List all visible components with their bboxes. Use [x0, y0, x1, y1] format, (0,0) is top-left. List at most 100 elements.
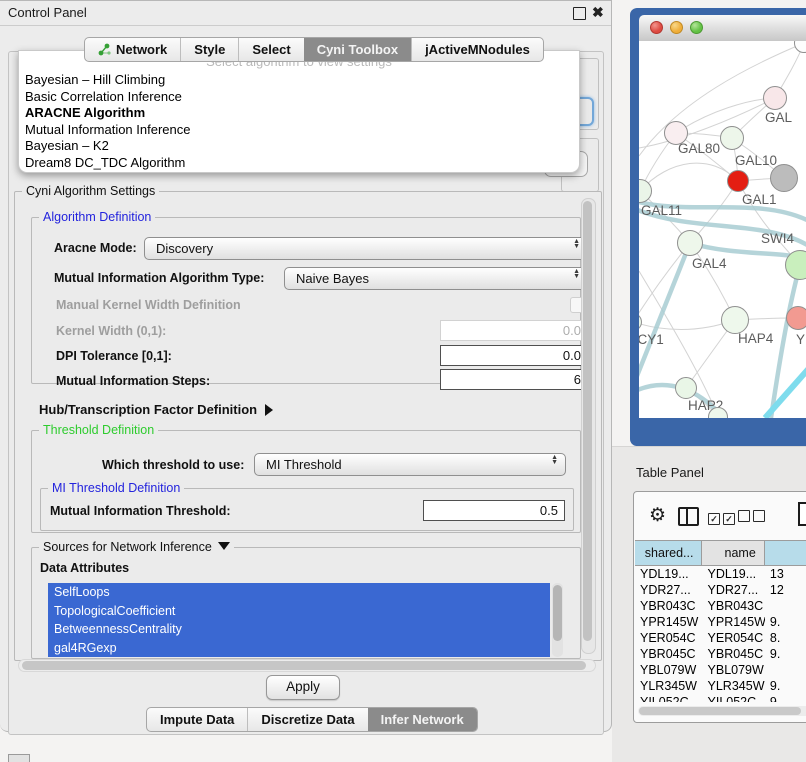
cyni-algorithm-settings-group: Cyni Algorithm Settings Algorithm Defini…	[14, 191, 602, 661]
sources-title-text: Sources for Network Inference	[43, 540, 212, 554]
spinner-icon: ▲▼	[573, 270, 580, 279]
column-browser-icon[interactable]	[678, 507, 699, 526]
table-row[interactable]: YPR145WYPR145W9.	[635, 614, 806, 630]
tab-style[interactable]: Style	[180, 38, 238, 61]
tab-infer-network[interactable]: Infer Network	[368, 708, 477, 731]
table-cell: 13	[765, 566, 806, 582]
mi-algorithm-type-select[interactable]: Naive Bayes ▲▼	[284, 267, 588, 290]
table-cell: YDL19...	[703, 566, 765, 582]
mi-threshold-field[interactable]: 0.5	[423, 500, 565, 521]
attribute-item-betweennesscentrality[interactable]: BetweennessCentrality	[48, 620, 550, 639]
algorithm-option-dream8-dc-tdc-algorithm[interactable]: Dream8 DC_TDC Algorithm	[23, 155, 575, 172]
table-row[interactable]: YBR043CYBR043C	[635, 598, 806, 614]
table-row[interactable]: YBR045CYBR045C9.	[635, 646, 806, 662]
zoom-traffic-light-icon[interactable]	[690, 21, 703, 34]
column-header-2[interactable]	[765, 541, 806, 565]
algorithm-option-aracne-algorithm[interactable]: ARACNE Algorithm	[23, 105, 575, 122]
attribute-item-topologicalcoefficient[interactable]: TopologicalCoefficient	[48, 602, 550, 621]
network-node-gal[interactable]	[763, 86, 787, 110]
sources-title[interactable]: Sources for Network Inference	[39, 540, 234, 554]
close-icon[interactable]: ✖	[592, 4, 604, 21]
table-cell: YIL052C	[635, 694, 703, 702]
table-body: YDL19...YDL19...13YDR27...YDR27...12YBR0…	[635, 566, 806, 702]
tab-network[interactable]: Network	[85, 38, 180, 61]
network-node-gal10[interactable]	[720, 126, 744, 150]
table-panel-box: ⚙ ✓✓ shared...name YDL19...YDL19...13YDR…	[633, 491, 806, 723]
network-node-gal4[interactable]	[677, 230, 703, 256]
table-row[interactable]: YLR345WYLR345W9.	[635, 678, 806, 694]
select-all-columns-icon[interactable]: ✓✓	[708, 509, 738, 527]
network-node-label: HAP4	[738, 331, 773, 346]
column-header-name[interactable]: name	[702, 541, 764, 565]
table-cell: YBL079W	[703, 662, 765, 678]
algorithm-option-mutual-information-inference[interactable]: Mutual Information Inference	[23, 122, 575, 139]
algorithm-definition-group: Algorithm Definition Aracne Mode: Discov…	[31, 217, 581, 384]
settings-vertical-scrollbar[interactable]	[581, 198, 596, 654]
kernel-width-label: Kernel Width (0,1):	[56, 324, 166, 338]
table-cell: YBL079W	[635, 662, 703, 678]
document-icon[interactable]	[798, 502, 806, 526]
aracne-mode-select[interactable]: Discovery ▲▼	[144, 237, 588, 260]
network-canvas[interactable]: GALGAL80GAL10GAL1GAL11SWI4GAL4GCY1HAP4YH…	[639, 41, 806, 418]
algorithm-option-bayesian-k2[interactable]: Bayesian – K2	[23, 138, 575, 155]
table-horizontal-scrollbar[interactable]	[638, 706, 806, 716]
control-panel-title: Control Panel	[8, 5, 87, 20]
dpi-tolerance-label: DPI Tolerance [0,1]:	[56, 349, 172, 363]
network-node-label: GAL80	[678, 141, 720, 156]
algorithm-option-basic-correlation-inference[interactable]: Basic Correlation Inference	[23, 89, 575, 106]
which-threshold-select[interactable]: MI Threshold ▲▼	[254, 453, 566, 476]
table-cell: YER054C	[635, 630, 703, 646]
spinner-icon: ▲▼	[573, 240, 580, 249]
network-window-titlebar[interactable]	[639, 15, 806, 42]
table-panel-title: Table Panel	[636, 465, 704, 480]
kernel-width-field[interactable]: 0.0	[440, 320, 588, 341]
deselect-all-columns-icon[interactable]	[738, 509, 768, 527]
network-node-hap2[interactable]	[675, 377, 697, 399]
tab-discretize-data[interactable]: Discretize Data	[247, 708, 367, 731]
network-node-gal1[interactable]	[727, 170, 749, 192]
aracne-mode-label: Aracne Mode:	[54, 241, 137, 255]
cyni-settings-title: Cyni Algorithm Settings	[22, 184, 159, 198]
table-row[interactable]: YIL052CYIL052C9	[635, 694, 806, 702]
table-row[interactable]: YBL079WYBL079W	[635, 662, 806, 678]
table-row[interactable]: YER054CYER054C8.	[635, 630, 806, 646]
dpi-tolerance-field[interactable]: 0.0	[440, 345, 588, 366]
attribute-item-selfloops[interactable]: SelfLoops	[48, 583, 550, 602]
cyni-bottom-tabbar: Impute DataDiscretize DataInfer Network	[146, 707, 478, 732]
table-cell: YDR27...	[635, 582, 703, 598]
mi-steps-field[interactable]: 6	[440, 369, 588, 390]
collapsed-panel-button[interactable]	[8, 754, 30, 762]
hub-definition-expander[interactable]: Hub/Transcription Factor Definition	[39, 402, 273, 417]
close-traffic-light-icon[interactable]	[650, 21, 663, 34]
apply-button[interactable]: Apply	[266, 675, 340, 700]
algorithm-option-bayesian-hill-climbing[interactable]: Bayesian – Hill Climbing	[23, 72, 575, 89]
attribute-item-gal4rgexp[interactable]: gal4RGexp	[48, 639, 550, 658]
minimize-traffic-light-icon[interactable]	[670, 21, 683, 34]
float-window-icon[interactable]	[573, 7, 586, 20]
column-header-shared[interactable]: shared...	[635, 541, 702, 565]
settings-horizontal-scrollbar[interactable]	[18, 659, 596, 672]
table-cell	[765, 598, 806, 614]
table-cell: 9.	[765, 678, 806, 694]
tab-impute-data[interactable]: Impute Data	[147, 708, 247, 731]
network-node[interactable]	[770, 164, 798, 192]
network-node-y[interactable]	[786, 306, 806, 330]
hub-definition-label: Hub/Transcription Factor Definition	[39, 402, 257, 417]
tab-select[interactable]: Select	[238, 38, 303, 61]
threshold-definition-group: Threshold Definition Which threshold to …	[31, 430, 581, 533]
table-row[interactable]: YDR27...YDR27...12	[635, 582, 806, 598]
table-cell: 9	[765, 694, 806, 702]
table-cell: YER054C	[703, 630, 765, 646]
attributes-scrollbar[interactable]	[552, 583, 563, 657]
table-row[interactable]: YDL19...YDL19...13	[635, 566, 806, 582]
tab-cyni-toolbox[interactable]: Cyni Toolbox	[304, 38, 411, 61]
data-attributes-list[interactable]: SelfLoopsTopologicalCoefficientBetweenne…	[48, 583, 550, 657]
sources-group: Sources for Network Inference Data Attri…	[31, 547, 581, 659]
mi-threshold-definition-title: MI Threshold Definition	[48, 481, 184, 495]
control-panel-window: Control Panel ✖ NetworkStyleSelectCyni T…	[0, 0, 612, 732]
table-cell: YLR345W	[703, 678, 765, 694]
gear-icon[interactable]: ⚙	[649, 504, 666, 527]
table-cell	[765, 662, 806, 678]
tab-jactivemnodules[interactable]: jActiveMNodules	[411, 38, 543, 61]
network-node-hap4[interactable]	[721, 306, 749, 334]
